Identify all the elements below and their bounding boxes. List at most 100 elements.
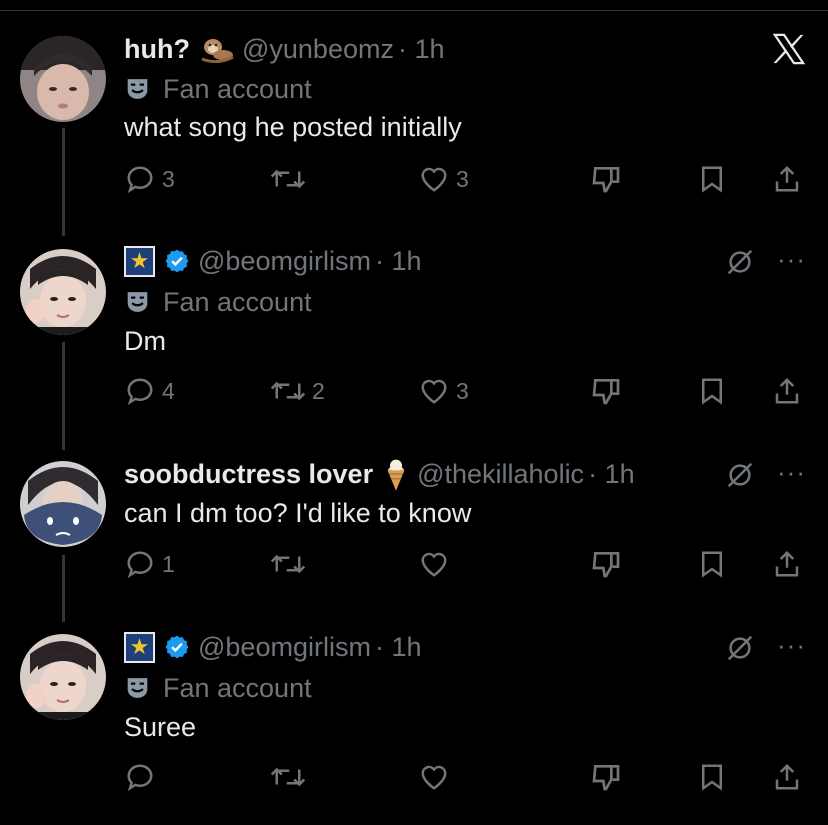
thumbs-down-icon [592,167,620,193]
timestamp[interactable]: · 1h [588,459,635,490]
tweet-text: can I dm too? I'd like to know [124,497,472,528]
share-button[interactable] [772,547,802,581]
reply-icon [127,378,153,406]
downvote-button[interactable] [590,760,622,794]
handle[interactable]: @beomgirlism [198,632,371,663]
display-name[interactable]: soobductress lover [124,459,373,490]
reply-count: 4 [162,377,175,404]
timestamp[interactable]: · 1h [375,246,422,277]
retweet-button[interactable]: 2 [270,374,325,408]
handle[interactable]: @yunbeomz [242,34,394,65]
reply-icon [127,166,153,194]
theater-mask-icon [127,79,148,99]
reply-button[interactable]: 1 [124,547,175,581]
tweet-actions [0,760,828,794]
more-options-button[interactable]: ··· [777,457,806,488]
retweet-button[interactable] [270,162,312,196]
fan-account-label: Fan account [124,285,312,319]
otter-emoji [200,35,234,63]
heart-icon [421,167,447,192]
fan-account-label: Fan account [124,671,312,705]
thumbs-down-icon [592,765,620,791]
fan-account-text: Fan account [163,73,312,104]
tweet-header: ★ @beomgirlism · 1h [124,244,421,278]
theater-mask-icon [127,678,148,698]
grok-icon[interactable] [725,247,755,277]
tweet-actions: 3 3 [0,162,828,196]
reply-icon [127,551,153,579]
reply-button[interactable] [124,760,162,794]
reply-button[interactable]: 3 [124,162,175,196]
like-button[interactable] [418,760,456,794]
retweet-icon [270,381,306,401]
x-logo-icon[interactable] [771,32,807,66]
avatar[interactable] [20,634,106,720]
retweet-icon [270,169,306,189]
grok-icon[interactable] [725,633,755,663]
like-button[interactable]: 3 [418,374,469,408]
reply-button[interactable]: 4 [124,374,175,408]
tweet-actions: 1 [0,547,828,581]
thumbs-down-icon [592,379,620,405]
handle[interactable]: @thekillaholic [417,459,584,490]
retweet-icon [270,767,306,787]
tweet-header: huh? @yunbeomz · 1h [124,32,445,66]
downvote-button[interactable] [590,162,622,196]
reply-icon [127,764,153,792]
grok-icon[interactable] [725,460,755,490]
fan-account-text: Fan account [163,286,312,317]
heart-icon [421,552,447,577]
thumbs-down-icon [592,552,620,578]
heart-icon [421,379,447,404]
top-divider [0,10,828,11]
share-button[interactable] [772,162,802,196]
tweet-actions: 4 2 3 [0,374,828,408]
more-options-button[interactable]: ··· [777,244,806,275]
retweet-button[interactable] [270,547,312,581]
reply-count: 1 [162,550,175,577]
handle[interactable]: @beomgirlism [198,246,371,277]
retweet-icon [270,554,306,574]
share-icon [775,377,799,404]
downvote-button[interactable] [590,374,622,408]
tweet-text: Dm [124,325,166,356]
bookmark-icon [702,166,722,193]
timestamp[interactable]: · 1h [375,632,422,663]
share-icon [775,763,799,790]
timestamp[interactable]: · 1h [398,34,445,65]
downvote-button[interactable] [590,547,622,581]
retweet-count: 2 [312,377,325,404]
ice-cream-emoji [383,456,409,492]
reply-count: 3 [162,165,175,192]
share-icon [775,550,799,577]
like-count: 3 [456,165,469,192]
bookmark-button[interactable] [697,760,727,794]
fan-account-label: Fan account [124,72,312,106]
display-name[interactable]: huh? [124,34,190,65]
avatar[interactable] [20,249,106,335]
avatar[interactable] [20,36,106,122]
shooting-star-flag: ★ [124,631,155,663]
tweet-header: soobductress lover @thekillaholic · 1h [124,457,635,491]
avatar[interactable] [20,461,106,547]
verified-badge-icon [165,249,189,273]
bookmark-button[interactable] [697,547,727,581]
like-button[interactable]: 3 [418,162,469,196]
fan-account-text: Fan account [163,672,312,703]
like-button[interactable] [418,547,456,581]
bookmark-icon [702,378,722,405]
more-options-button[interactable]: ··· [777,630,806,661]
share-button[interactable] [772,374,802,408]
bookmark-icon [702,551,722,578]
heart-icon [421,765,447,790]
verified-badge-icon [165,635,189,659]
share-icon [775,165,799,192]
retweet-button[interactable] [270,760,312,794]
bookmark-button[interactable] [697,162,727,196]
tweet-header: ★ @beomgirlism · 1h [124,630,421,664]
bookmark-button[interactable] [697,374,727,408]
theater-mask-icon [127,292,148,312]
share-button[interactable] [772,760,802,794]
shooting-star-flag: ★ [124,245,155,277]
tweet-text: Suree [124,711,197,742]
